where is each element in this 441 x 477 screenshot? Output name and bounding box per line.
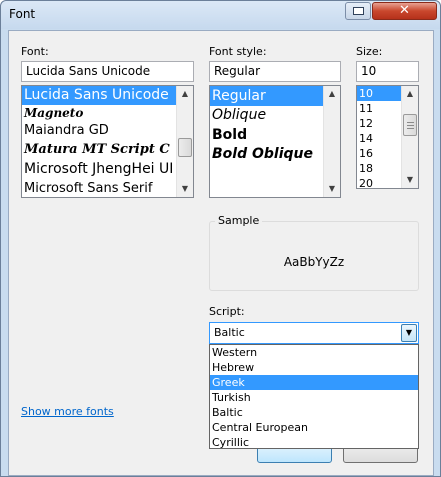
script-selected-value: Baltic [214,326,245,339]
style-item-oblique[interactable]: Oblique [210,106,340,125]
scroll-down-arrow-icon[interactable]: ▼ [402,172,418,188]
font-list-scroll-thumb[interactable] [178,138,192,157]
font-item-microsoft-jhenghei-ui[interactable]: Microsoft JhengHei UI [22,159,193,179]
script-option-central-european[interactable]: Central European [210,420,418,435]
script-select[interactable]: Baltic ▼ [209,322,419,344]
scroll-up-arrow-icon[interactable]: ▲ [177,86,193,102]
restore-icon [353,7,364,15]
chevron-down-icon[interactable]: ▼ [401,324,417,342]
script-option-hebrew[interactable]: Hebrew [210,360,418,375]
font-item-maiandra-gd[interactable]: Maiandra GD [22,122,193,140]
size-input[interactable]: 10 [356,61,419,82]
dialog-body: Font: Lucida Sans Unicode Lucida Sans Un… [8,30,434,476]
size-list-scrollbar[interactable]: ▲ ▼ [401,86,418,188]
style-item-bold-oblique[interactable]: Bold Oblique [210,145,340,164]
title-bar[interactable]: Font ✕ [1,1,440,29]
font-style-input[interactable]: Regular [209,61,341,82]
sample-label: Sample [215,214,263,227]
script-option-baltic[interactable]: Baltic [210,405,418,420]
font-list[interactable]: Lucida Sans Unicode Magneto Maiandra GD … [21,85,194,198]
script-option-western[interactable]: Western [210,345,418,360]
font-item-matura-mt-script[interactable]: Matura MT Script C [22,140,193,159]
style-item-bold[interactable]: Bold [210,125,340,145]
font-style-label: Font style: [209,45,267,58]
font-item-lucida-sans-unicode[interactable]: Lucida Sans Unicode [22,86,193,105]
font-item-magneto[interactable]: Magneto [22,105,193,122]
font-label: Font: [21,45,49,58]
dialog-title: Font [9,7,36,21]
script-option-greek[interactable]: Greek [210,375,418,390]
scroll-up-arrow-icon[interactable]: ▲ [324,86,340,102]
script-dropdown-list[interactable]: Western Hebrew Greek Turkish Baltic Cent… [209,344,419,449]
scroll-up-arrow-icon[interactable]: ▲ [402,86,418,102]
close-button[interactable]: ✕ [372,2,437,20]
scroll-down-arrow-icon[interactable]: ▼ [177,181,193,197]
style-item-regular[interactable]: Regular [210,86,340,106]
font-style-list-scrollbar[interactable]: ▲ ▼ [323,86,340,197]
font-list-scrollbar[interactable]: ▲ ▼ [176,86,193,197]
script-option-turkish[interactable]: Turkish [210,390,418,405]
show-more-fonts-link[interactable]: Show more fonts [21,405,114,418]
font-style-list[interactable]: Regular Oblique Bold Bold Oblique ▲ ▼ [209,85,341,198]
restore-button[interactable] [345,2,371,20]
font-item-microsoft-sans-serif[interactable]: Microsoft Sans Serif [22,179,193,197]
sample-group: Sample AaBbYyZz [209,214,419,291]
size-label: Size: [356,45,383,58]
font-dialog: Font ✕ Font: Lucida Sans Unicode Lucida … [0,0,441,477]
size-list-scroll-thumb[interactable] [403,114,417,136]
sample-preview-text: AaBbYyZz [283,255,345,269]
font-name-input[interactable]: Lucida Sans Unicode [21,61,194,82]
script-option-cyrillic[interactable]: Cyrillic [210,435,418,450]
size-list[interactable]: 10 11 12 14 16 18 20 ▲ ▼ [356,85,419,189]
scroll-down-arrow-icon[interactable]: ▼ [324,181,340,197]
script-label: Script: [209,305,245,318]
